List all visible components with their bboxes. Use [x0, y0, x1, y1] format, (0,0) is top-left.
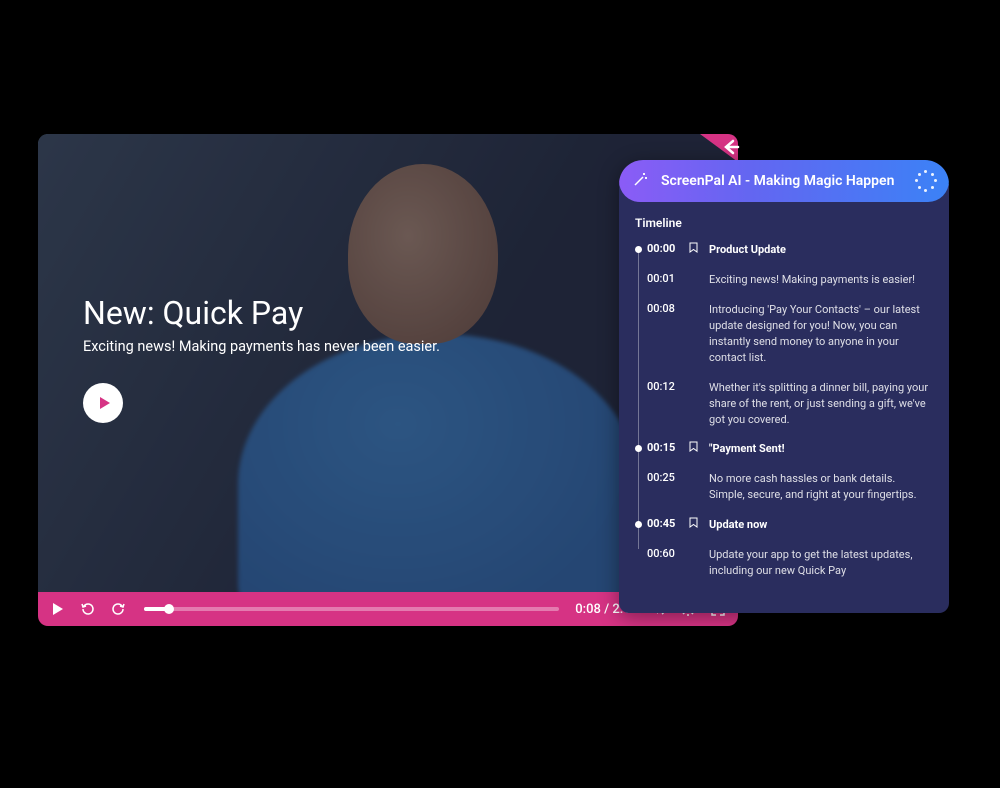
- rewind-button[interactable]: [78, 599, 98, 619]
- back-button[interactable]: [720, 136, 744, 160]
- timeline-time: 00:60: [647, 547, 679, 579]
- timeline-time: 00:12: [647, 380, 679, 428]
- progress-thumb[interactable]: [164, 604, 174, 614]
- timeline-item[interactable]: 00:01 Exciting news! Making payments is e…: [647, 272, 933, 288]
- bookmark-icon: [689, 547, 699, 579]
- timeline-item[interactable]: 00:12 Whether it's splitting a dinner bil…: [647, 380, 933, 428]
- ai-panel-header[interactable]: ScreenPal AI - Making Magic Happen: [619, 160, 949, 202]
- bookmark-icon: [689, 302, 699, 366]
- timeline-text: Update now: [709, 517, 933, 533]
- time-separator: /: [601, 602, 613, 617]
- timeline-item[interactable]: 00:15 "Payment Sent!: [647, 441, 933, 457]
- timeline-text: Whether it's splitting a dinner bill, pa…: [709, 380, 933, 428]
- ai-panel-body: Timeline 00:00 Product Update 00:01 Excitin…: [619, 184, 949, 613]
- bookmark-icon: [689, 441, 699, 457]
- play-button[interactable]: [83, 383, 123, 423]
- video-subtitle: Exciting news! Making payments has never…: [83, 338, 440, 355]
- timeline-line: [638, 248, 639, 549]
- progress-bar[interactable]: [144, 607, 559, 611]
- timeline-dot-icon: [635, 521, 642, 528]
- timeline-text: Product Update: [709, 242, 933, 258]
- timeline-text: "Payment Sent!: [709, 441, 933, 457]
- timeline-item[interactable]: 00:00 Product Update: [647, 242, 933, 258]
- video-title: New: Quick Pay: [83, 294, 440, 332]
- timeline-heading: Timeline: [635, 216, 933, 230]
- ai-panel: ScreenPal AI - Making Magic Happen Timel…: [619, 160, 949, 613]
- loading-spinner-icon: [915, 170, 937, 192]
- timeline-time: 00:01: [647, 272, 679, 288]
- timeline-time: 00:08: [647, 302, 679, 366]
- timeline-text: Introducing 'Pay Your Contacts' – our la…: [709, 302, 933, 366]
- timeline-item[interactable]: 00:60 Update your app to get the latest u…: [647, 547, 933, 579]
- timeline-time: 00:45: [647, 517, 679, 533]
- bookmark-icon: [689, 471, 699, 503]
- timeline-item[interactable]: 00:25 No more cash hassles or bank detail…: [647, 471, 933, 503]
- timeline-dot-icon: [635, 246, 642, 253]
- ai-panel-title: ScreenPal AI - Making Magic Happen: [661, 173, 905, 189]
- current-time: 0:08: [575, 602, 601, 617]
- timeline-time: 00:25: [647, 471, 679, 503]
- timeline-text: Update your app to get the latest update…: [709, 547, 933, 579]
- bookmark-icon: [689, 242, 699, 258]
- timeline-text: Exciting news! Making payments is easier…: [709, 272, 933, 288]
- timeline-dot-icon: [635, 445, 642, 452]
- timeline: 00:00 Product Update 00:01 Exciting news! M…: [635, 242, 933, 579]
- bookmark-icon: [689, 517, 699, 533]
- timeline-time: 00:15: [647, 441, 679, 457]
- timeline-item[interactable]: 00:08 Introducing 'Pay Your Contacts' – o…: [647, 302, 933, 366]
- play-control-button[interactable]: [48, 599, 68, 619]
- video-overlay-content: New: Quick Pay Exciting news! Making pay…: [83, 294, 440, 423]
- forward-button[interactable]: [108, 599, 128, 619]
- magic-wand-icon: [631, 171, 651, 191]
- timeline-item[interactable]: 00:45 Update now: [647, 517, 933, 533]
- bookmark-icon: [689, 272, 699, 288]
- bookmark-icon: [689, 380, 699, 428]
- play-icon: [97, 395, 113, 411]
- timeline-text: No more cash hassles or bank details. Si…: [709, 471, 933, 503]
- timeline-time: 00:00: [647, 242, 679, 258]
